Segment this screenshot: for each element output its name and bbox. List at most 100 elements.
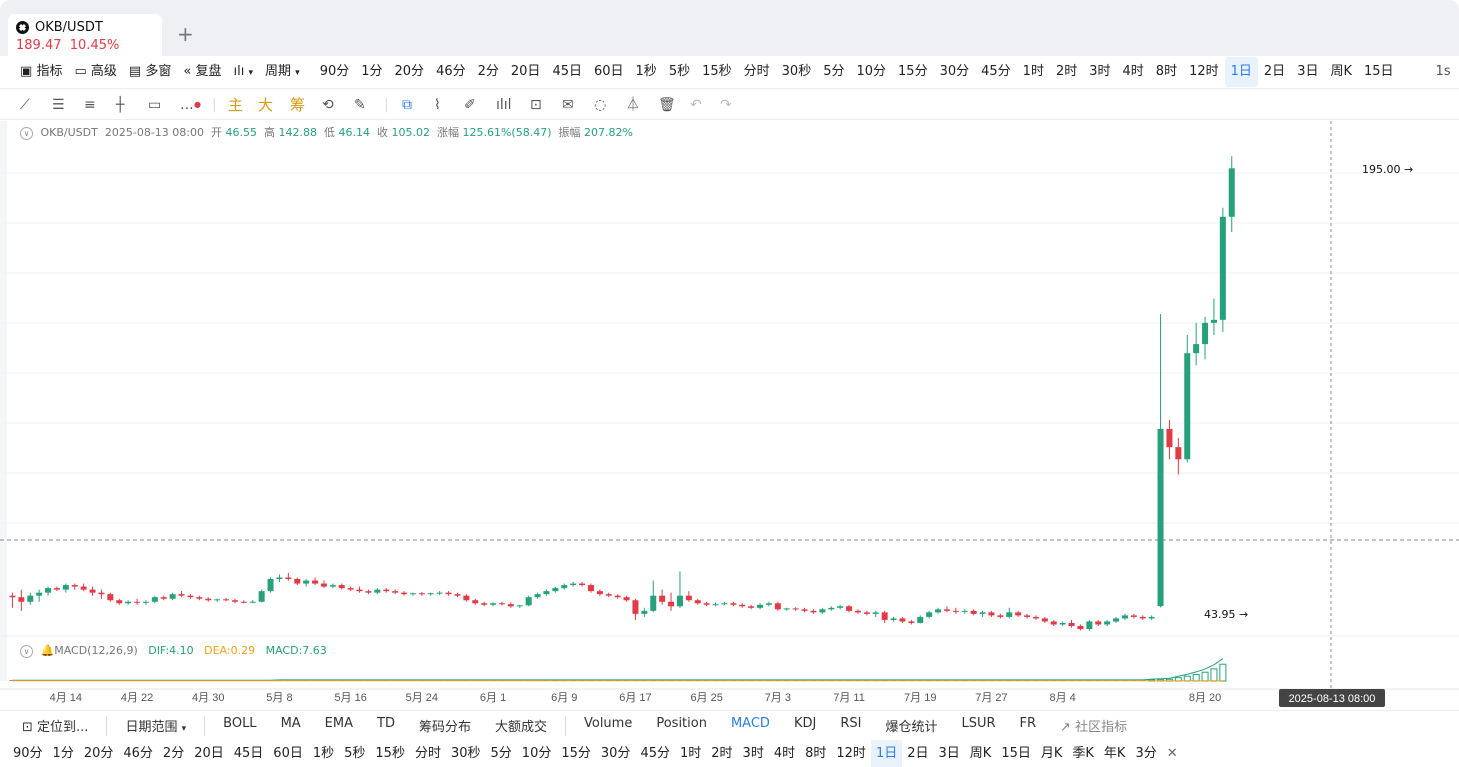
bottom-interval-18[interactable]: 1时 [675, 740, 706, 767]
bell-icon[interactable]: 🔔 [41, 644, 55, 657]
bars-icon[interactable]: ılıl [496, 97, 512, 113]
bottom-interval-22[interactable]: 8时 [800, 740, 831, 767]
bottom-interval-30[interactable]: 季K [1067, 740, 1099, 767]
sync-icon[interactable]: ⟲ [322, 97, 334, 113]
delete-icon[interactable]: 🗑 [658, 97, 676, 113]
filter-icon[interactable]: ⏃ [626, 97, 640, 113]
interval-2[interactable]: 20分 [389, 57, 431, 87]
interval-8[interactable]: 1秒 [630, 57, 663, 87]
interval-27[interactable]: 周K [1324, 57, 1358, 87]
period-dropdown[interactable]: 周期 ▾ [259, 57, 306, 87]
collapse-icon[interactable]: ∨ [20, 127, 33, 140]
bottom-interval-6[interactable]: 45日 [229, 740, 269, 767]
ruler-icon[interactable]: ⌇ [434, 97, 441, 113]
interval-16[interactable]: 30分 [934, 57, 976, 87]
bottom-interval-14[interactable]: 10分 [517, 740, 557, 767]
magnet-icon[interactable]: ◌ [594, 97, 606, 113]
bottom-interval-20[interactable]: 3时 [738, 740, 769, 767]
close-icon[interactable]: ✕ [1162, 740, 1183, 767]
more-tools-icon[interactable]: ⋯● [180, 97, 201, 117]
sub-indicator-1[interactable]: Position [644, 716, 719, 735]
brush-icon[interactable]: ✐ [464, 97, 476, 113]
undo-icon[interactable]: ↶ [690, 97, 702, 113]
main-indicator-1[interactable]: MA [269, 716, 313, 735]
bottom-interval-13[interactable]: 5分 [486, 740, 517, 767]
interval-24[interactable]: 1日 [1224, 57, 1258, 87]
community-indicators-button[interactable]: ↗ 社区指标 [1048, 716, 1139, 735]
interval-9[interactable]: 5秒 [663, 57, 696, 87]
bottom-interval-15[interactable]: 15分 [556, 740, 596, 767]
chart-type-button[interactable]: ılı ▾ [227, 57, 259, 87]
interval-12[interactable]: 30秒 [776, 57, 818, 87]
notes-icon[interactable]: ✉ [562, 97, 574, 113]
sub-indicator-5[interactable]: 爆仓统计 [873, 716, 949, 735]
multi-window-button[interactable]: ▤ 多窗 [123, 57, 177, 87]
bottom-interval-29[interactable]: 月K [1036, 740, 1068, 767]
interval-15[interactable]: 15分 [892, 57, 934, 87]
collapse-icon[interactable]: ∨ [20, 645, 33, 658]
indicator-button[interactable]: ▣ 指标 [14, 57, 68, 87]
sub-indicator-6[interactable]: LSUR [949, 716, 1007, 735]
interval-19[interactable]: 2时 [1050, 57, 1083, 87]
interval-11[interactable]: 分时 [738, 57, 776, 87]
interval-4[interactable]: 2分 [472, 57, 505, 87]
bottom-interval-31[interactable]: 年K [1099, 740, 1131, 767]
interval-18[interactable]: 1时 [1017, 57, 1050, 87]
sub-indicator-0[interactable]: Volume [572, 716, 644, 735]
main-force-button[interactable]: 主 [228, 97, 243, 113]
big-order-button[interactable]: 大 [258, 97, 273, 113]
bottom-interval-3[interactable]: 46分 [118, 740, 158, 767]
bottom-interval-2[interactable]: 20分 [79, 740, 119, 767]
sub-indicator-4[interactable]: RSI [828, 716, 873, 735]
bottom-interval-4[interactable]: 2分 [158, 740, 189, 767]
fib-lines-icon[interactable]: ≡ [84, 97, 96, 113]
main-indicator-4[interactable]: 筹码分布 [407, 716, 483, 735]
lock-icon[interactable]: ⊡ [530, 97, 542, 113]
date-range-dropdown[interactable]: 日期范围 ▾ [113, 716, 198, 735]
bottom-interval-11[interactable]: 分时 [410, 740, 446, 767]
chip-button[interactable]: 筹 [290, 97, 305, 113]
rectangle-icon[interactable]: ▭ [148, 97, 161, 113]
tab-okb-usdt[interactable]: OKB/USDT 189.47 10.45% [8, 14, 162, 56]
interval-17[interactable]: 45分 [975, 57, 1017, 87]
interval-3[interactable]: 46分 [430, 57, 472, 87]
bottom-interval-12[interactable]: 30秒 [446, 740, 486, 767]
bottom-interval-21[interactable]: 4时 [769, 740, 800, 767]
line-tool-icon[interactable]: ⟋ [20, 97, 30, 113]
bottom-interval-28[interactable]: 15日 [996, 740, 1036, 767]
bottom-interval-19[interactable]: 2时 [706, 740, 737, 767]
main-indicator-2[interactable]: EMA [313, 716, 365, 735]
interval-10[interactable]: 15秒 [696, 57, 738, 87]
interval-23[interactable]: 12时 [1183, 57, 1225, 87]
bottom-interval-26[interactable]: 3日 [934, 740, 965, 767]
interval-28[interactable]: 15日 [1358, 57, 1400, 87]
interval-20[interactable]: 3时 [1083, 57, 1116, 87]
main-indicator-0[interactable]: BOLL [211, 716, 268, 735]
bottom-interval-32[interactable]: 3分 [1130, 740, 1161, 767]
interval-25[interactable]: 2日 [1258, 57, 1291, 87]
interval-26[interactable]: 3日 [1291, 57, 1324, 87]
interval-0[interactable]: 90分 [314, 57, 356, 87]
bottom-interval-9[interactable]: 5秒 [339, 740, 370, 767]
main-indicator-3[interactable]: TD [365, 716, 407, 735]
bottom-interval-10[interactable]: 15秒 [370, 740, 410, 767]
parallel-lines-icon[interactable]: ☰ [52, 97, 65, 113]
interval-21[interactable]: 4时 [1117, 57, 1150, 87]
interval-14[interactable]: 10分 [850, 57, 892, 87]
bottom-interval-16[interactable]: 30分 [596, 740, 636, 767]
sub-indicator-3[interactable]: KDJ [782, 716, 828, 735]
bottom-interval-17[interactable]: 45分 [635, 740, 675, 767]
bottom-interval-7[interactable]: 60日 [268, 740, 308, 767]
replay-button[interactable]: « 复盘 [177, 57, 227, 87]
advanced-button[interactable]: ▭ 高级 [68, 57, 122, 87]
interval-overflow[interactable]: 1s [1430, 57, 1457, 87]
pen-settings-icon[interactable]: ✎ [354, 97, 366, 113]
sub-indicator-7[interactable]: FR [1008, 716, 1049, 735]
interval-22[interactable]: 8时 [1150, 57, 1183, 87]
bottom-interval-0[interactable]: 90分 [8, 740, 48, 767]
bottom-interval-25[interactable]: 2日 [902, 740, 933, 767]
bottom-interval-5[interactable]: 20日 [189, 740, 229, 767]
bottom-interval-23[interactable]: 12时 [831, 740, 871, 767]
interval-1[interactable]: 1分 [355, 57, 388, 87]
main-indicator-5[interactable]: 大额成交 [483, 716, 559, 735]
